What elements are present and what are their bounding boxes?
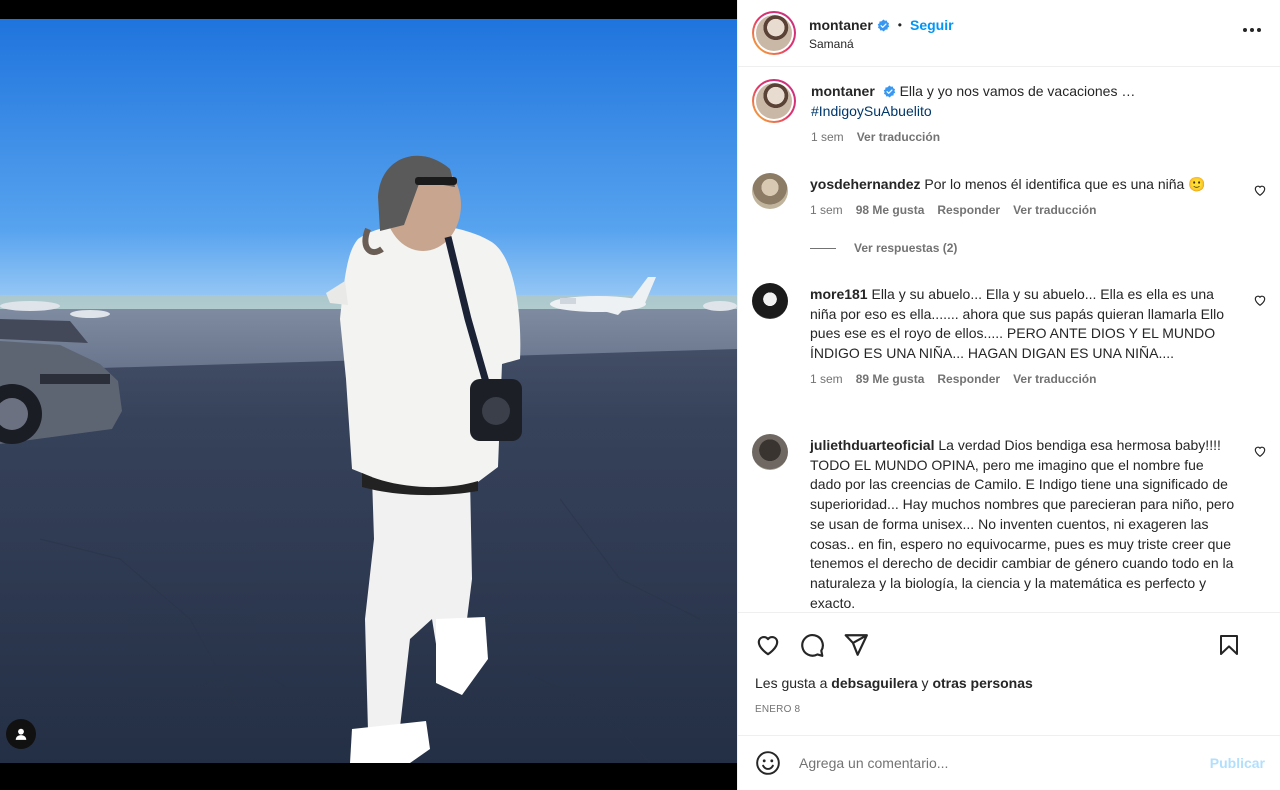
- caption-text: Ella y yo nos vamos de vacaciones …: [899, 83, 1136, 99]
- reply-button[interactable]: Responder: [937, 202, 1000, 218]
- follow-button[interactable]: Seguir: [910, 17, 954, 33]
- instagram-post-modal: montaner • Seguir Samaná montaner Ella y…: [0, 0, 1280, 790]
- caption-hashtag[interactable]: #IndigoySuAbuelito: [811, 102, 1236, 122]
- view-replies-label[interactable]: Ver respuestas (2): [854, 241, 957, 255]
- comment-like-heart-icon[interactable]: [1253, 183, 1267, 197]
- comment-time[interactable]: 1 sem: [810, 202, 843, 218]
- comment-button[interactable]: [798, 631, 826, 659]
- verified-badge-icon: [883, 85, 896, 98]
- author-avatar[interactable]: [752, 11, 796, 55]
- user-tag-icon: [15, 728, 27, 740]
- caption-author-avatar[interactable]: [752, 79, 796, 123]
- comment-time[interactable]: 1 sem: [810, 371, 843, 387]
- verified-badge-icon: [877, 19, 890, 32]
- commenter-avatar[interactable]: [752, 283, 788, 319]
- comment-likes[interactable]: 89 Me gusta: [856, 371, 925, 387]
- translate-link[interactable]: Ver traducción: [1013, 371, 1096, 387]
- heart-icon: [757, 636, 779, 656]
- post-photo[interactable]: [0, 19, 737, 763]
- more-horizontal-icon: [1243, 28, 1261, 32]
- comment-username[interactable]: yosdehernandez: [810, 176, 920, 192]
- likes-summary: Les gusta a debsaguilera y otras persona…: [755, 675, 1033, 691]
- replies-divider: [810, 247, 836, 249]
- commenter-avatar[interactable]: [752, 173, 788, 209]
- airport-tarmac-photo: [0, 19, 737, 763]
- likes-prefix: Les gusta a: [755, 675, 828, 691]
- comment-text: Por lo menos él identifica que es una ni…: [924, 176, 1206, 192]
- publish-button[interactable]: Publicar: [1210, 755, 1265, 771]
- comment-username[interactable]: more181: [810, 286, 868, 302]
- like-button[interactable]: [754, 631, 782, 659]
- comment-likes[interactable]: 98 Me gusta: [856, 202, 925, 218]
- post-actions: Les gusta a debsaguilera y otras persona…: [738, 612, 1280, 735]
- comment-item: yosdehernandez Por lo menos él identific…: [752, 173, 1267, 218]
- comment-like-heart-icon[interactable]: [1253, 293, 1267, 307]
- comment-like-heart-icon[interactable]: [1253, 444, 1267, 458]
- emoji-button[interactable]: [754, 749, 782, 777]
- likes-others-link[interactable]: otras personas: [932, 675, 1032, 691]
- add-comment-bar: Publicar: [738, 735, 1280, 790]
- smiley-icon: [756, 751, 780, 775]
- post-header: montaner • Seguir Samaná: [738, 0, 1280, 67]
- caption-time[interactable]: 1 sem: [811, 129, 844, 145]
- comment-input[interactable]: [799, 755, 1189, 771]
- likes-and: y: [921, 675, 929, 691]
- view-replies-button[interactable]: Ver respuestas (2): [810, 241, 957, 255]
- paper-plane-icon: [844, 634, 868, 656]
- bookmark-icon: [1220, 635, 1238, 655]
- comment-icon: [801, 634, 824, 657]
- post-date[interactable]: ENERO 8: [755, 704, 800, 715]
- comment-item: more181 Ella y su abuelo... Ella y su ab…: [752, 283, 1267, 387]
- comment-item: juliethduarteoficial La verdad Dios bend…: [752, 434, 1267, 612]
- caption-translate-link[interactable]: Ver traducción: [857, 129, 940, 145]
- reply-button[interactable]: Responder: [937, 371, 1000, 387]
- translate-link[interactable]: Ver traducción: [1013, 202, 1096, 218]
- save-button[interactable]: [1215, 631, 1243, 659]
- comment-username[interactable]: juliethduarteoficial: [810, 437, 934, 453]
- post-media: [0, 0, 737, 790]
- post-side-panel: montaner • Seguir Samaná montaner Ella y…: [737, 0, 1280, 790]
- post-location[interactable]: Samaná: [809, 37, 954, 51]
- author-username[interactable]: montaner: [809, 17, 873, 33]
- tagged-users-button[interactable]: [6, 719, 36, 749]
- likes-user-link[interactable]: debsaguilera: [831, 675, 917, 691]
- header-separator: •: [897, 18, 902, 32]
- more-options-button[interactable]: [1240, 18, 1264, 42]
- caption-username[interactable]: montaner: [811, 83, 875, 99]
- share-button[interactable]: [842, 631, 870, 659]
- comment-text: La verdad Dios bendiga esa hermosa baby!…: [810, 437, 1235, 611]
- comments-list[interactable]: montaner Ella y yo nos vamos de vacacion…: [738, 67, 1280, 612]
- commenter-avatar[interactable]: [752, 434, 788, 470]
- comment-text: Ella y su abuelo... Ella y su abuelo... …: [810, 286, 1225, 362]
- caption-row: montaner Ella y yo nos vamos de vacacion…: [752, 79, 1267, 145]
